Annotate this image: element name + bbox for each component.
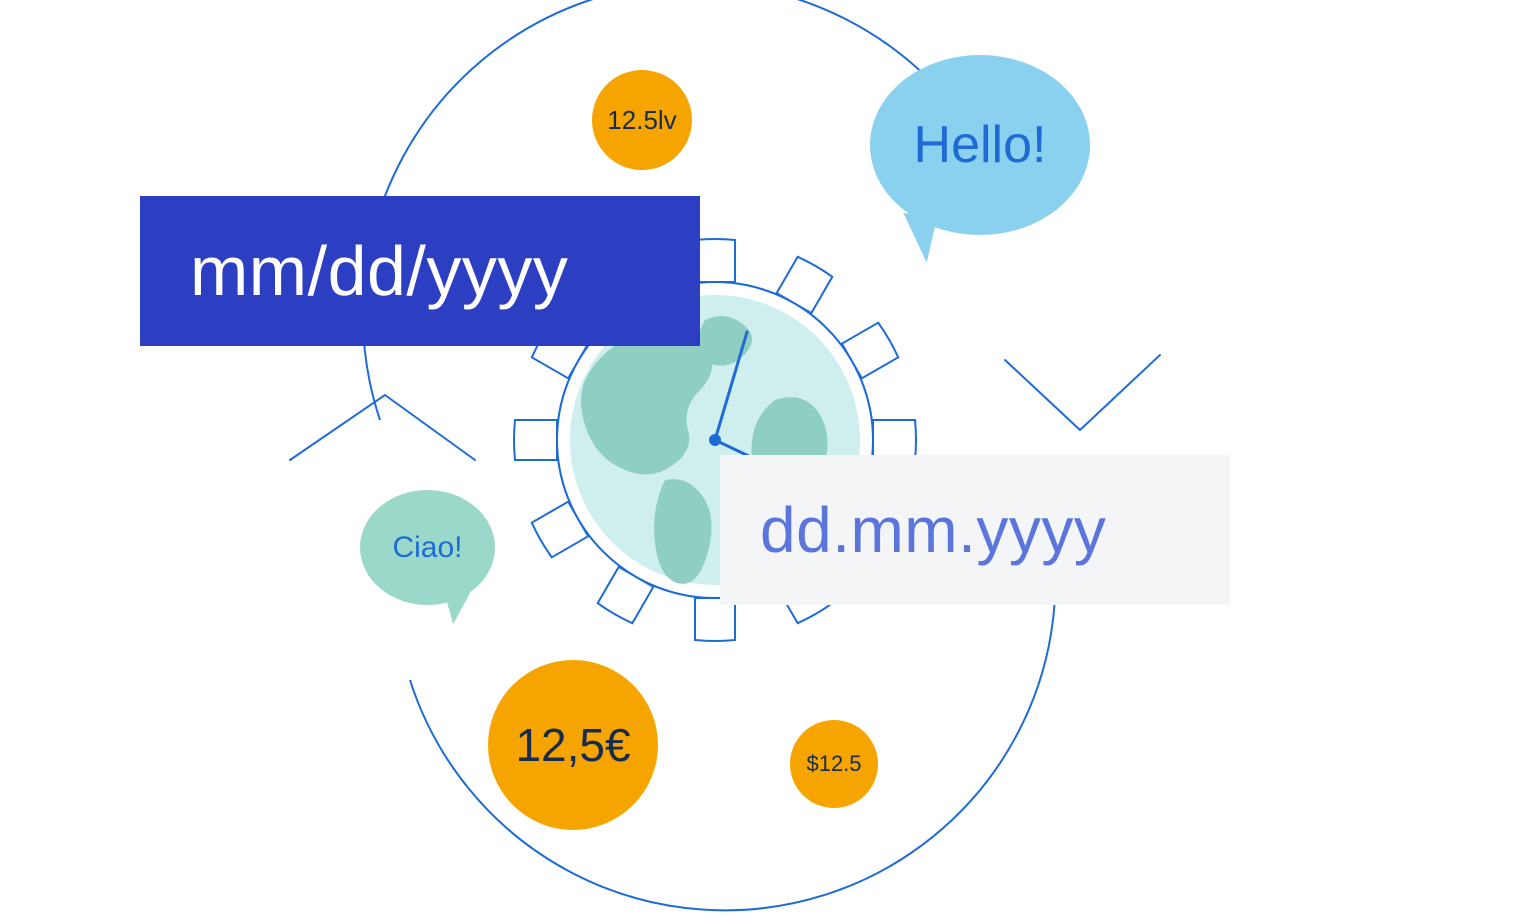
currency-eur: 12,5€ bbox=[488, 660, 658, 830]
speech-tail-icon bbox=[445, 591, 475, 624]
currency-lv-text: 12.5lv bbox=[607, 105, 676, 136]
currency-usd-text: $12.5 bbox=[806, 751, 861, 777]
speech-tail-icon bbox=[897, 213, 937, 263]
date-format-eu-text: dd.mm.yyyy bbox=[760, 493, 1106, 567]
date-format-eu: dd.mm.yyyy bbox=[720, 455, 1230, 605]
date-format-us: mm/dd/yyyy bbox=[140, 196, 700, 346]
currency-eur-text: 12,5€ bbox=[515, 718, 630, 772]
greeting-en-bubble: Hello! bbox=[870, 55, 1090, 235]
arrow-up-icon bbox=[290, 395, 475, 460]
currency-lv: 12.5lv bbox=[592, 70, 692, 170]
currency-usd: $12.5 bbox=[790, 720, 878, 808]
greeting-it-bubble: Ciao! bbox=[360, 490, 495, 605]
greeting-en-text: Hello! bbox=[914, 115, 1047, 175]
arrow-down-icon bbox=[1005, 355, 1160, 430]
localization-diagram: mm/dd/yyyy dd.mm.yyyy 12.5lv 12,5€ $12.5… bbox=[0, 0, 1540, 920]
date-format-us-text: mm/dd/yyyy bbox=[190, 231, 568, 311]
greeting-it-text: Ciao! bbox=[392, 531, 462, 565]
